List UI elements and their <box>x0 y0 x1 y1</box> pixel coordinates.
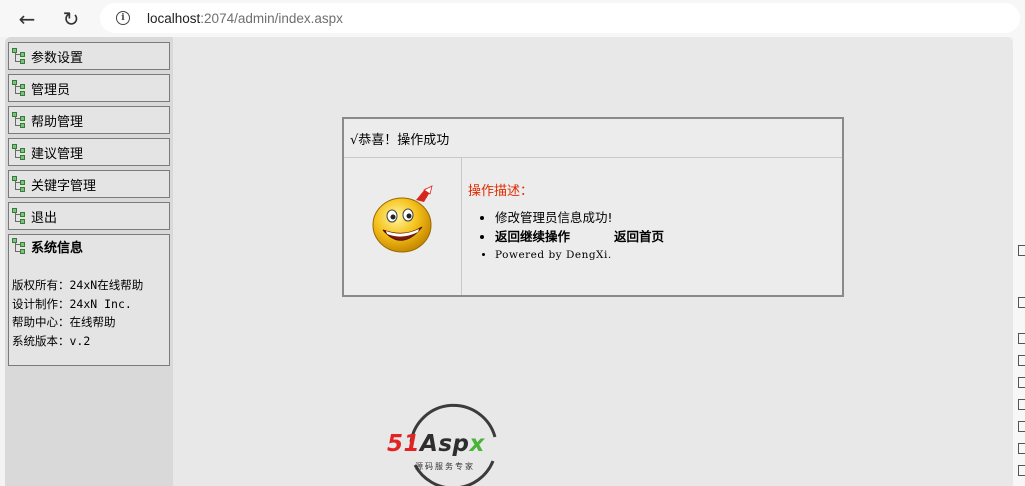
side-panel-item[interactable] <box>1018 333 1025 344</box>
sidebar-item-label: 管理员 <box>31 82 71 98</box>
browser-toolbar: ← ↻ i localhost:2074/admin/index.aspx <box>0 0 1025 37</box>
51aspx-logo: 51Aspx 源码服务专家 <box>385 397 525 486</box>
version-text: 系统版本：v.2 <box>12 333 91 348</box>
tree-node-icon <box>12 176 28 192</box>
help-center-text: 帮助中心：在线帮助 <box>12 315 116 329</box>
side-panel-item[interactable] <box>1018 245 1025 256</box>
detail-text: 修改管理员信息成功! <box>495 208 664 227</box>
powered-by-text: Powered by DengXi. <box>495 246 664 265</box>
description-list: 修改管理员信息成功! 返回继续操作 返回首页 Powered by DengXi. <box>495 208 664 265</box>
page-viewport: 参数设置 管理员 帮助管理 建议管理 关键字管理 退出 系统信息 版权所有：24… <box>5 37 1013 486</box>
sidebar-item-label: 帮助管理 <box>31 114 84 130</box>
tree-node-icon <box>12 208 28 224</box>
system-info-header[interactable]: 系统信息 <box>12 237 166 256</box>
sidebar-item-help[interactable]: 帮助管理 <box>8 106 170 134</box>
logo-51: 51 <box>387 431 421 457</box>
reload-icon[interactable]: ↻ <box>57 5 85 33</box>
side-panel-item[interactable] <box>1018 399 1025 410</box>
sidebar-item-label: 退出 <box>31 210 58 226</box>
designer-text: 设计制作：24xN Inc. <box>12 296 132 311</box>
back-arrow-icon[interactable]: ← <box>13 5 41 33</box>
return-continue-link[interactable]: 返回继续操作 <box>495 229 570 244</box>
tree-node-icon <box>12 80 28 96</box>
system-info-title: 系统信息 <box>31 240 84 256</box>
sidebar-item-label: 参数设置 <box>31 50 84 66</box>
address-bar[interactable]: i localhost:2074/admin/index.aspx <box>100 3 1020 33</box>
copyright-text: 版权所有：24xN在线帮助 <box>12 278 144 292</box>
sidebar-item-label: 关键字管理 <box>31 178 97 194</box>
sidebar-item-keywords[interactable]: 关键字管理 <box>8 170 170 198</box>
url-text[interactable]: localhost:2074/admin/index.aspx <box>147 11 343 26</box>
tree-node-icon <box>12 48 28 64</box>
sidebar-item-admin[interactable]: 管理员 <box>8 74 170 102</box>
side-panel-item[interactable] <box>1018 465 1025 476</box>
logo-asp: Asp <box>420 431 470 457</box>
system-info-panel: 系统信息 版权所有：24xN在线帮助 设计制作：24xN Inc. 帮助中心：在… <box>8 234 170 366</box>
tree-node-icon <box>12 144 28 160</box>
sidebar: 参数设置 管理员 帮助管理 建议管理 关键字管理 退出 系统信息 版权所有：24… <box>5 37 173 486</box>
link-row: 返回继续操作 返回首页 <box>495 227 664 246</box>
side-panel-edge <box>1013 37 1025 486</box>
logo-x: x <box>469 431 485 457</box>
tree-node-icon <box>12 112 28 128</box>
side-panel-item[interactable] <box>1018 421 1025 432</box>
sidebar-item-params[interactable]: 参数设置 <box>8 42 170 70</box>
url-path: :2074/admin/index.aspx <box>200 10 343 26</box>
side-panel-item[interactable] <box>1018 377 1025 388</box>
smiley-icon <box>372 185 433 253</box>
sidebar-item-logout[interactable]: 退出 <box>8 202 170 230</box>
description-title: 操作描述： <box>468 184 534 199</box>
side-panel-item[interactable] <box>1018 355 1025 366</box>
sidebar-item-label: 建议管理 <box>31 146 84 162</box>
side-panel-item[interactable] <box>1018 297 1025 308</box>
description-cell: 操作描述： 修改管理员信息成功! 返回继续操作 返回首页 Powered by D… <box>463 158 842 295</box>
url-host: localhost <box>147 10 201 26</box>
success-message-box: √恭喜！操作成功 操作描述： • 修改管理员信息成功! • 返回继续操作 返回首… <box>342 117 844 297</box>
smiley-cell <box>344 158 462 295</box>
message-header: √恭喜！操作成功 <box>344 119 842 158</box>
tree-node-icon <box>12 238 28 254</box>
site-info-icon[interactable]: i <box>116 11 130 25</box>
logo-subtitle: 源码服务专家 <box>415 462 475 471</box>
return-home-link[interactable]: 返回首页 <box>614 229 664 244</box>
side-panel-item[interactable] <box>1018 443 1025 454</box>
sidebar-item-suggestions[interactable]: 建议管理 <box>8 138 170 166</box>
